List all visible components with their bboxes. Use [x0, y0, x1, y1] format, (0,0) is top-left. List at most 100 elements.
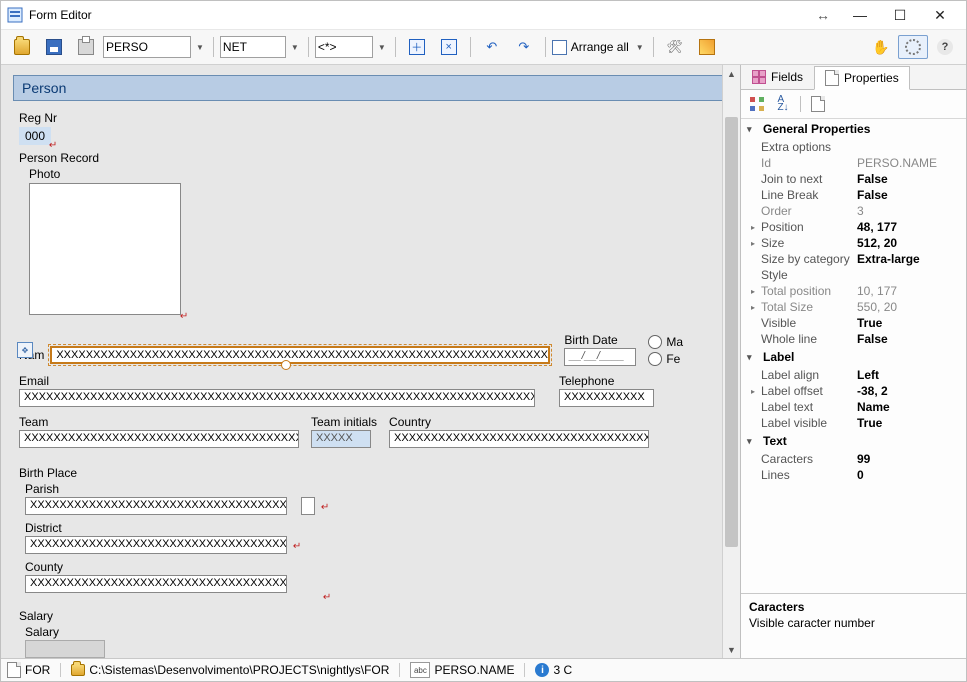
page-icon: [811, 96, 825, 112]
radio-icon: [648, 335, 662, 349]
name-field[interactable]: XXXXXXXXXXXXXXXXXXXXXXXXXXXXXXXXXXXXXXXX…: [50, 346, 550, 364]
main-toolbar: ▼ ▼ ▼ ＋ × ↶ ↷ Arrange all ▼ 🛠 ✋ ?: [1, 30, 966, 65]
remove-field-button[interactable]: ×: [434, 35, 464, 59]
maximize-button[interactable]: ☐: [880, 1, 920, 29]
close-button[interactable]: ✕: [920, 1, 960, 29]
vertical-scrollbar[interactable]: ▲ ▼: [722, 65, 740, 658]
district-field[interactable]: XXXXXXXXXXXXXXXXXXXXXXXXXXXXXXXXXXXXXXXX…: [25, 536, 287, 554]
scroll-up-button[interactable]: ▲: [723, 65, 740, 82]
table-combo[interactable]: [103, 36, 191, 58]
parish-field[interactable]: XXXXXXXXXXXXXXXXXXXXXXXXXXXXXXXXXXXXXXXX…: [25, 497, 287, 515]
redo-button[interactable]: ↷: [509, 35, 539, 59]
settings-button[interactable]: [898, 35, 928, 59]
chevron-down-icon: ▾: [747, 124, 757, 135]
help-button[interactable]: ?: [930, 35, 960, 59]
birthdate-value: __/__/____: [569, 350, 624, 362]
resize-handle-icon[interactable]: ↔: [816, 7, 830, 23]
window-root: Form Editor ↔ — ☐ ✕ ▼ ▼ ▼ ＋ × ↶ ↷ Arrang…: [0, 0, 967, 682]
tools-button[interactable]: 🛠: [660, 35, 690, 59]
minimize-button[interactable]: —: [840, 1, 880, 29]
prop-lines[interactable]: Lines0: [741, 467, 966, 483]
print-button[interactable]: [71, 35, 101, 59]
prop-extra-options[interactable]: Extra options: [741, 139, 966, 155]
mode-combo-dropdown[interactable]: ▼: [375, 43, 389, 52]
regnr-field[interactable]: 000 ↵: [19, 127, 51, 145]
chevron-right-icon[interactable]: ▸: [747, 223, 759, 232]
group-general[interactable]: ▾General Properties: [741, 119, 966, 139]
regnr-label: Reg Nr: [19, 111, 57, 125]
birthdate-label: Birth Date: [564, 333, 636, 347]
move-handle-icon[interactable]: ✥: [17, 342, 33, 358]
group-text[interactable]: ▾Text: [741, 431, 966, 451]
email-field[interactable]: XXXXXXXXXXXXXXXXXXXXXXXXXXXXXXXXXXXXXXXX…: [19, 389, 535, 407]
radio-male[interactable]: Ma: [648, 335, 683, 349]
prop-order[interactable]: Order3: [741, 203, 966, 219]
person-record-label: Person Record: [19, 151, 719, 165]
prop-line-break[interactable]: Line BreakFalse: [741, 187, 966, 203]
chevron-right-icon[interactable]: ▸: [747, 303, 759, 312]
photo-field[interactable]: ↵: [29, 183, 181, 315]
salary-label: Salary: [25, 625, 719, 639]
lang-combo-dropdown[interactable]: ▼: [288, 43, 302, 52]
folder-open-icon: [14, 39, 30, 55]
arrange-checkbox[interactable]: [552, 40, 567, 55]
form-canvas[interactable]: Person Reg Nr 000 ↵ Person Record: [1, 65, 722, 658]
parish-value: XXXXXXXXXXXXXXXXXXXXXXXXXXXXXXXXXXXXXXXX…: [30, 499, 287, 511]
prop-total-position[interactable]: ▸Total position10, 177: [741, 283, 966, 299]
team-field[interactable]: XXXXXXXXXXXXXXXXXXXXXXXXXXXXXXXXXXXXXXXX…: [19, 430, 299, 448]
add-field-button[interactable]: ＋: [402, 35, 432, 59]
plus-square-icon: ＋: [409, 39, 425, 55]
salary-field[interactable]: [25, 640, 105, 658]
prop-label-align[interactable]: Label alignLeft: [741, 367, 966, 383]
prop-size[interactable]: ▸Size512, 20: [741, 235, 966, 251]
properties-list[interactable]: ▾General Properties Extra options IdPERS…: [741, 119, 966, 593]
form-header[interactable]: Person: [13, 75, 722, 101]
group-label[interactable]: ▾Label: [741, 347, 966, 367]
save-button[interactable]: [39, 35, 69, 59]
pan-button[interactable]: ✋: [866, 35, 896, 59]
email-label: Email: [19, 374, 535, 388]
table-combo-dropdown[interactable]: ▼: [193, 43, 207, 52]
prop-size-by-category[interactable]: Size by categoryExtra-large: [741, 251, 966, 267]
alphabetical-view-button[interactable]: AZ↓: [771, 93, 795, 115]
printer-icon: [78, 39, 94, 55]
prop-visible[interactable]: VisibleTrue: [741, 315, 966, 331]
prop-label-offset[interactable]: ▸Label offset-38, 2: [741, 383, 966, 399]
team-initials-field[interactable]: XXXXX ➔: [311, 430, 371, 448]
country-field[interactable]: XXXXXXXXXXXXXXXXXXXXXXXXXXXXXXXXXXXXXXXX…: [389, 430, 649, 448]
parish-extra-box[interactable]: [301, 497, 315, 515]
chevron-right-icon[interactable]: ▸: [747, 387, 759, 396]
property-pages-button[interactable]: [806, 93, 830, 115]
tab-properties[interactable]: Properties: [814, 66, 910, 90]
prop-label-text[interactable]: Label textName: [741, 399, 966, 415]
chevron-right-icon[interactable]: ▸: [747, 287, 759, 296]
open-button[interactable]: [7, 35, 37, 59]
prop-label-visible[interactable]: Label visibleTrue: [741, 415, 966, 431]
resize-handle[interactable]: [281, 360, 291, 370]
prop-style[interactable]: Style: [741, 267, 966, 283]
prop-whole-line[interactable]: Whole lineFalse: [741, 331, 966, 347]
telephone-field[interactable]: XXXXXXXXXXX: [559, 389, 654, 407]
prop-join-to-next[interactable]: Join to nextFalse: [741, 171, 966, 187]
mode-combo[interactable]: [315, 36, 373, 58]
categorized-view-button[interactable]: [745, 93, 769, 115]
prop-caracters[interactable]: Caracters99: [741, 451, 966, 467]
marker-icon: ↵: [49, 141, 57, 149]
undo-button[interactable]: ↶: [477, 35, 507, 59]
name-field-selection[interactable]: ✥ XXXXXXXXXXXXXXXXXXXXXXXXXXXXXXXXXXXXXX…: [48, 344, 552, 366]
scroll-down-button[interactable]: ▼: [723, 641, 740, 658]
prop-position[interactable]: ▸Position48, 177: [741, 219, 966, 235]
arrange-dropdown[interactable]: ▼: [633, 43, 647, 52]
birthdate-field[interactable]: __/__/____ ➔: [564, 348, 636, 366]
chevron-right-icon[interactable]: ▸: [747, 239, 759, 248]
scroll-thumb[interactable]: [725, 117, 738, 547]
county-field[interactable]: XXXXXXXXXXXXXXXXXXXXXXXXXXXXXXXXXXXXXXXX…: [25, 575, 287, 593]
prop-total-size[interactable]: ▸Total Size550, 20: [741, 299, 966, 315]
prop-id[interactable]: IdPERSO.NAME: [741, 155, 966, 171]
save-icon: [46, 39, 62, 55]
tools-icon: 🛠: [666, 39, 683, 55]
tab-fields[interactable]: Fields: [741, 65, 814, 89]
lang-combo[interactable]: [220, 36, 286, 58]
radio-female[interactable]: Fe: [648, 352, 683, 366]
preview-button[interactable]: [692, 35, 722, 59]
